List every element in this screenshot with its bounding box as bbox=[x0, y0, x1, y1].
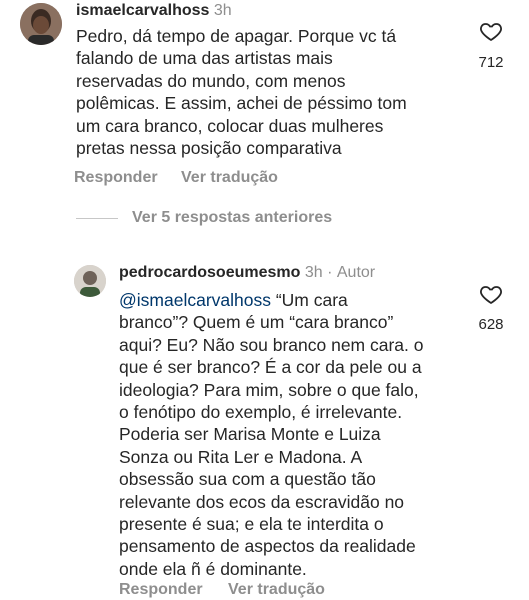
view-replies-button[interactable]: Ver 5 respostas anteriores bbox=[76, 209, 332, 227]
comment-line: Pedro, dá tempo de apagar. Porque vc tá bbox=[76, 26, 397, 46]
timestamp: 3h bbox=[213, 2, 232, 19]
comment-line: relevante dos ecos da escravidão no bbox=[119, 491, 405, 512]
comment-line: aqui? Eu? Não sou branco nem cara. o bbox=[119, 334, 424, 355]
comment-line: onde ela ñ é dominante. bbox=[119, 558, 307, 579]
heart-outline-icon[interactable] bbox=[479, 282, 503, 306]
comment-username[interactable]: ismaelcarvalhoss 3h bbox=[76, 2, 232, 20]
comment-line: obsessão sua com a questão tão bbox=[119, 469, 376, 490]
comment-line: um cara branco, colocar duas mulheres bbox=[76, 115, 384, 136]
avatar-photo bbox=[20, 3, 62, 45]
comment-line: pretas nessa posição comparativa bbox=[76, 138, 342, 159]
translate-button[interactable]: Ver tradução bbox=[181, 169, 278, 187]
comment-text: @ismaelcarvalhoss “Um cara branco”? Quem… bbox=[119, 289, 424, 580]
avatar[interactable] bbox=[74, 265, 106, 297]
heart-outline-icon[interactable] bbox=[479, 19, 503, 43]
comment-line: branco”? Quem é um “cara branco” bbox=[119, 312, 394, 333]
username-link[interactable]: ismaelcarvalhoss bbox=[76, 2, 209, 19]
comment-line: presente é sua; e ela te interdita o bbox=[119, 514, 384, 535]
author-badge: Autor bbox=[336, 264, 376, 281]
mention-link[interactable]: @ismaelcarvalhoss bbox=[119, 290, 271, 310]
avatar[interactable] bbox=[20, 3, 62, 45]
comment-line: falando de uma das artistas mais bbox=[76, 48, 333, 69]
comment-line: Poderia ser Marisa Monte e Luiza bbox=[119, 424, 381, 445]
comment-line: pensamento de aspectos da realidade bbox=[119, 536, 416, 557]
meta-separator: · bbox=[327, 264, 333, 281]
translate-button[interactable]: Ver tradução bbox=[228, 581, 325, 599]
like-count: 628 bbox=[478, 316, 504, 333]
comment-line: reservadas do mundo, com menos bbox=[76, 70, 346, 91]
comment-line-rest: “Um cara bbox=[270, 290, 348, 310]
thread-divider bbox=[76, 217, 118, 219]
comment-line: polêmicas. E assim, achei de péssimo tom bbox=[76, 93, 407, 114]
comment-line: Sonza ou Rita Ler e Madona. A bbox=[119, 446, 363, 467]
like-count: 712 bbox=[478, 54, 504, 71]
comment-line: o fenótipo do exemplo, é irrelevante. bbox=[119, 402, 403, 423]
comment-line: ideologia? Para mim, sobre o que falo, bbox=[119, 379, 419, 400]
timestamp: 3h bbox=[304, 264, 323, 281]
view-replies-label: Ver 5 respostas anteriores bbox=[132, 209, 333, 226]
reply-button[interactable]: Responder bbox=[119, 581, 203, 599]
avatar-photo bbox=[74, 265, 106, 297]
reply-button[interactable]: Responder bbox=[74, 169, 158, 187]
comment-username[interactable]: pedrocardosoeumesmo 3h · Autor bbox=[119, 264, 375, 282]
username-link[interactable]: pedrocardosoeumesmo bbox=[119, 264, 300, 281]
comment-text: Pedro, dá tempo de apagar. Porque vc tá … bbox=[76, 25, 407, 159]
comment-line: que é ser branco? É a cor da pele ou a bbox=[119, 357, 422, 378]
comment-line: @ismaelcarvalhoss “Um cara bbox=[119, 289, 424, 311]
